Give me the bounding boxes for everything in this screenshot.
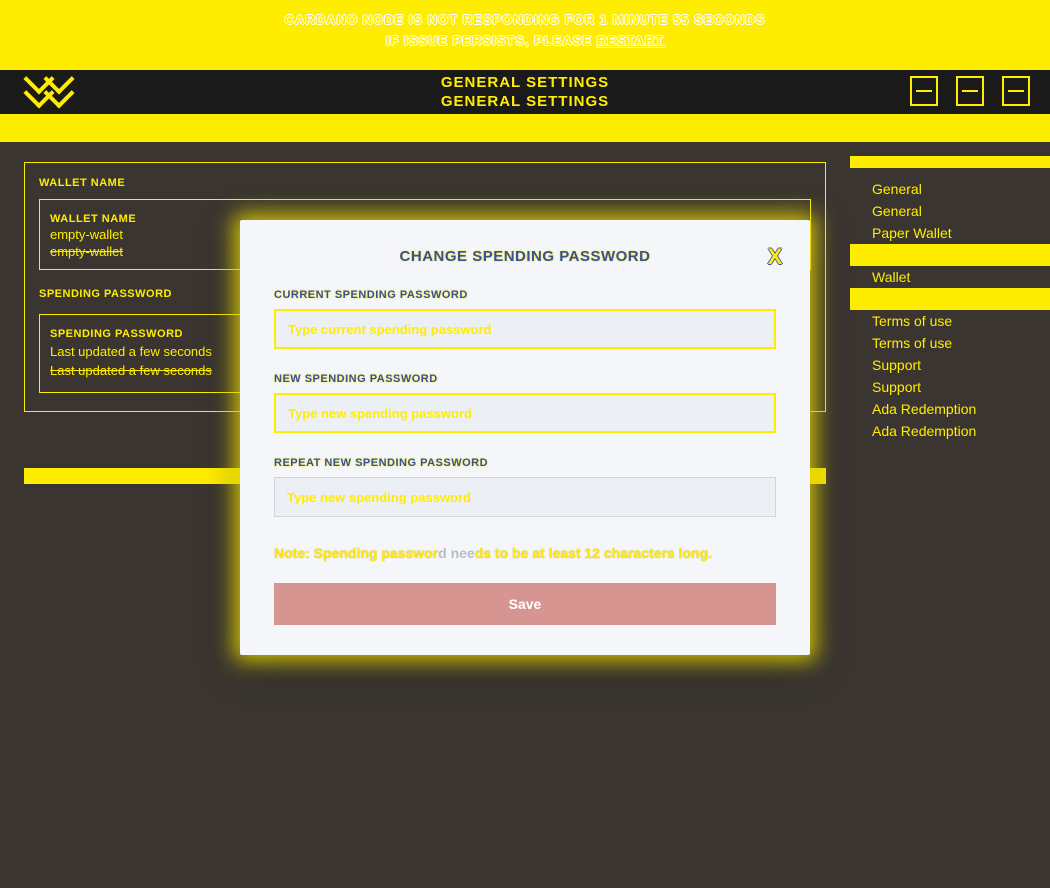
sync-warning-banner: CARDANO NODE IS NOT RESPONDING FOR 1 MIN… [0,0,1050,70]
sidebar-item-wallet[interactable]: Wallet [850,288,1050,310]
settings-sidebar: GeneralGeneralPaper WalletPaper WalletWa… [850,142,1050,484]
sidebar-item-support[interactable]: Support [850,354,1050,376]
spending-password-label: SPENDING PASSWORD [39,288,172,300]
title-bar-icons [910,76,1030,106]
sidebar-item-ada-redemption[interactable]: Ada Redemption [850,420,1050,442]
sidebar-item-general[interactable]: General [850,200,1050,222]
app-logo-icon [28,74,68,110]
wallet-name-value: empty-wallet [50,227,800,242]
save-button[interactable]: Save [274,583,776,625]
sidebar-item-ada-redemption[interactable]: Ada Redemption [850,398,1050,420]
settings-icon[interactable] [956,76,984,106]
sidebar-accent [850,156,1050,168]
accent-strip [0,114,1050,142]
spending-password-field[interactable]: SPENDING PASSWORD Last updated a few sec… [39,314,301,393]
page-title: GENERAL SETTINGS GENERAL SETTINGS [0,70,1050,110]
title-bar: GENERAL SETTINGS GENERAL SETTINGS [0,70,1050,114]
sidebar-item-terms-of-use[interactable]: Terms of use [850,332,1050,354]
sidebar-item-terms-of-use[interactable]: Terms of use [850,310,1050,332]
sidebar-item-general[interactable]: General [850,178,1050,200]
banner-line1: CARDANO NODE IS NOT RESPONDING FOR 1 MIN… [0,12,1050,27]
banner-line2: IF ISSUE PERSISTS, PLEASE RESTART [0,33,1050,48]
restart-link[interactable]: RESTART [597,33,664,48]
password-note: Note: Spending password needs to be at l… [274,545,776,561]
spending-password-updated: Last updated a few seconds [50,344,290,359]
sidebar-item-wallet[interactable]: Wallet [850,266,1050,288]
sidebar-item-support[interactable]: Support [850,376,1050,398]
sidebar-item-paper-wallet[interactable]: Paper Wallet [850,244,1050,266]
settings-card: WALLET NAME WALLET NAME empty-wallet emp… [24,162,826,412]
wallet-name-field[interactable]: WALLET NAME empty-wallet empty-wallet [39,199,811,270]
settings-content: WALLET NAME WALLET NAME empty-wallet emp… [0,142,850,484]
wallet-name-label: WALLET NAME [39,177,125,189]
content-footer-accent [24,468,826,484]
sidebar-item-paper-wallet[interactable]: Paper Wallet [850,222,1050,244]
network-icon[interactable] [910,76,938,106]
menu-icon[interactable] [1002,76,1030,106]
